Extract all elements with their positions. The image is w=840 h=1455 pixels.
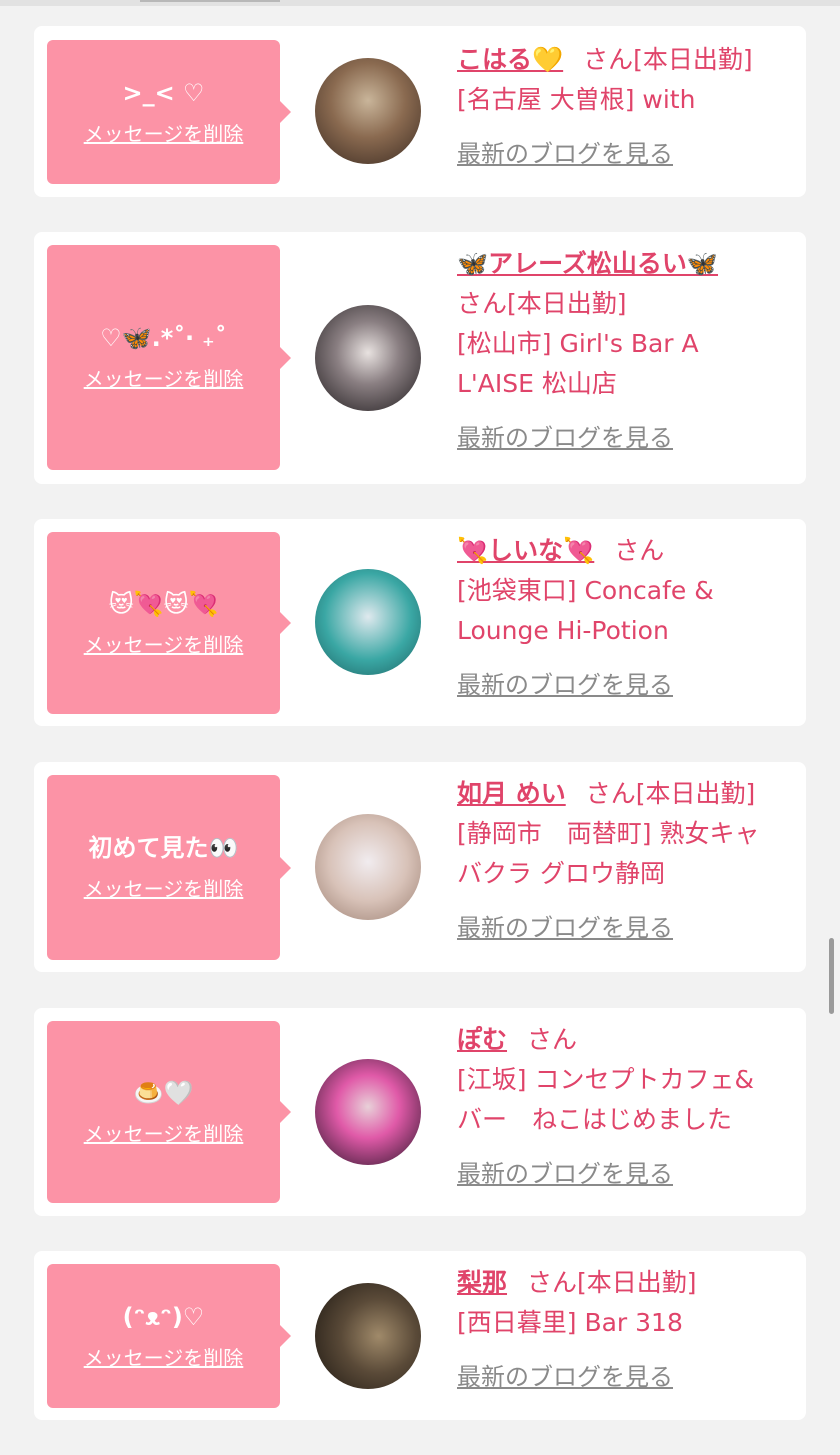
shop-location: [松山市] Girl's Bar A xyxy=(457,329,699,358)
latest-blog-link[interactable]: 最新のブログを見る xyxy=(457,665,673,700)
delete-message-link[interactable]: メッセージを削除 xyxy=(84,363,244,392)
status-tag: [本日出勤] xyxy=(635,779,756,808)
profile-info: 💘しいな💘 さん [池袋東口] Concafe & Lounge Hi-Potio… xyxy=(457,531,792,700)
shop-location: Lounge Hi-Potion xyxy=(457,616,669,645)
honorific: さん xyxy=(457,289,508,318)
shop-location: バクラ グロウ静岡 xyxy=(457,859,665,888)
shop-location: バー ねこはじめました xyxy=(457,1105,733,1134)
top-scroll-thumb xyxy=(140,0,280,2)
profile-info: ぽむ さん [江坂] コンセプトカフェ& バー ねこはじめました 最新のブログを見… xyxy=(457,1020,792,1189)
message-bubble: 🍮🤍 メッセージを削除 xyxy=(47,1021,291,1203)
honorific: さん xyxy=(614,536,665,565)
page-scrollbar[interactable] xyxy=(829,938,834,1014)
message-text: 😻💘😻💘 xyxy=(108,589,219,618)
latest-blog-link[interactable]: 最新のブログを見る xyxy=(457,1154,673,1189)
delete-message-link[interactable]: メッセージを削除 xyxy=(84,1118,244,1147)
shop-location: [西日暮里] Bar 318 xyxy=(457,1308,683,1337)
avatar[interactable] xyxy=(315,305,421,411)
message-text: (ᵔᴥᵔ)♡ xyxy=(122,1302,205,1331)
avatar[interactable] xyxy=(315,569,421,675)
top-scroll-indicator xyxy=(0,0,840,6)
profile-info: 🦋アレーズ松山るい🦋 さん[本日出勤] [松山市] Girl's Bar A L… xyxy=(457,244,792,453)
status-tag: [本日出勤] xyxy=(577,1268,697,1297)
avatar[interactable] xyxy=(315,1283,421,1389)
cast-name-link[interactable]: 💘しいな💘 xyxy=(457,536,594,565)
message-text: >_< ♡ xyxy=(122,78,205,107)
honorific: さん xyxy=(585,779,636,808)
avatar[interactable] xyxy=(315,58,421,164)
profile-info: こはる💛 さん[本日出勤] [名古屋 大曽根] with 最新のブログを見る xyxy=(457,40,792,169)
latest-blog-link[interactable]: 最新のブログを見る xyxy=(457,418,673,453)
honorific: さん xyxy=(527,1268,578,1297)
message-card: >_< ♡ メッセージを削除 こはる💛 さん[本日出勤] [名古屋 大曽根] wi… xyxy=(34,26,806,197)
cast-name-link[interactable]: 如月 めい xyxy=(457,779,566,808)
message-bubble: ♡🦋.*˚‧ ₊˚ メッセージを削除 xyxy=(47,245,291,470)
message-bubble: (ᵔᴥᵔ)♡ メッセージを削除 xyxy=(47,1264,291,1408)
delete-message-link[interactable]: メッセージを削除 xyxy=(84,118,244,147)
message-text: ♡🦋.*˚‧ ₊˚ xyxy=(100,324,227,352)
avatar[interactable] xyxy=(315,1059,421,1165)
message-card: (ᵔᴥᵔ)♡ メッセージを削除 梨那 さん[本日出勤] [西日暮里] Bar 31… xyxy=(34,1251,806,1420)
honorific: さん xyxy=(527,1025,578,1054)
message-card: 😻💘😻💘 メッセージを削除 💘しいな💘 さん [池袋東口] Concafe & L… xyxy=(34,519,806,726)
avatar[interactable] xyxy=(315,814,421,920)
cast-name-link[interactable]: ぽむ xyxy=(457,1025,507,1054)
cast-name-link[interactable]: 梨那 xyxy=(457,1268,507,1297)
message-card: 初めて見た👀 メッセージを削除 如月 めい さん[本日出勤] [静岡市 両替町] … xyxy=(34,762,806,972)
shop-location: L'AISE 松山店 xyxy=(457,369,617,398)
message-text: 🍮🤍 xyxy=(133,1078,194,1107)
shop-location: [池袋東口] Concafe & xyxy=(457,576,714,605)
cast-name-link[interactable]: こはる💛 xyxy=(457,45,563,74)
status-tag: [本日出勤] xyxy=(507,289,627,318)
latest-blog-link[interactable]: 最新のブログを見る xyxy=(457,908,673,943)
delete-message-link[interactable]: メッセージを削除 xyxy=(84,873,244,902)
delete-message-link[interactable]: メッセージを削除 xyxy=(84,629,244,658)
cast-name-link[interactable]: 🦋アレーズ松山るい🦋 xyxy=(457,249,718,278)
message-bubble: 😻💘😻💘 メッセージを削除 xyxy=(47,532,291,714)
profile-info: 梨那 さん[本日出勤] [西日暮里] Bar 318 最新のブログを見る xyxy=(457,1263,792,1392)
message-bubble: 初めて見た👀 メッセージを削除 xyxy=(47,775,291,960)
message-card: ♡🦋.*˚‧ ₊˚ メッセージを削除 🦋アレーズ松山るい🦋 さん[本日出勤] [… xyxy=(34,232,806,484)
message-card: 🍮🤍 メッセージを削除 ぽむ さん [江坂] コンセプトカフェ& バー ねこはじめ… xyxy=(34,1008,806,1216)
shop-location: [静岡市 両替町] 熟女キャ xyxy=(457,819,760,848)
honorific: さん xyxy=(583,45,634,74)
latest-blog-link[interactable]: 最新のブログを見る xyxy=(457,134,673,169)
profile-info: 如月 めい さん[本日出勤] [静岡市 両替町] 熟女キャ バクラ グロウ静岡 最… xyxy=(457,774,792,943)
status-tag: [本日出勤] xyxy=(633,45,753,74)
message-bubble: >_< ♡ メッセージを削除 xyxy=(47,40,291,184)
shop-location: [江坂] コンセプトカフェ& xyxy=(457,1065,754,1094)
latest-blog-link[interactable]: 最新のブログを見る xyxy=(457,1357,673,1392)
delete-message-link[interactable]: メッセージを削除 xyxy=(84,1342,244,1371)
shop-location: [名古屋 大曽根] with xyxy=(457,85,696,114)
message-text: 初めて見た👀 xyxy=(88,834,239,862)
